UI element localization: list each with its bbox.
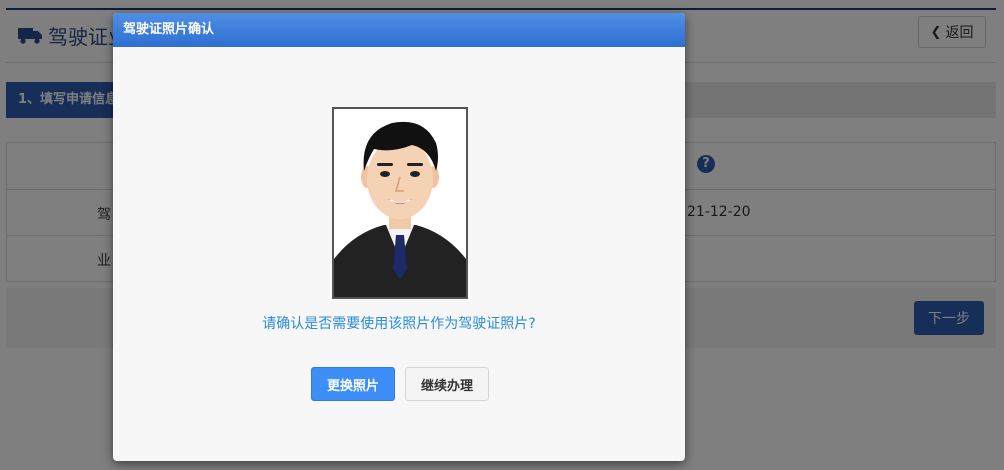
continue-button[interactable]: 继续办理: [405, 367, 489, 401]
dialog-title: 驾驶证照片确认: [113, 13, 685, 47]
license-photo: [332, 107, 468, 299]
portrait-illustration: [334, 109, 466, 297]
change-photo-button[interactable]: 更换照片: [311, 367, 395, 401]
photo-confirm-dialog: 驾驶证照片确认 请确认是否需要使用该照片作为驾驶证照片? 更换照片 继续办理: [113, 13, 685, 461]
confirm-message: 请确认是否需要使用该照片作为驾驶证照片?: [262, 316, 536, 332]
